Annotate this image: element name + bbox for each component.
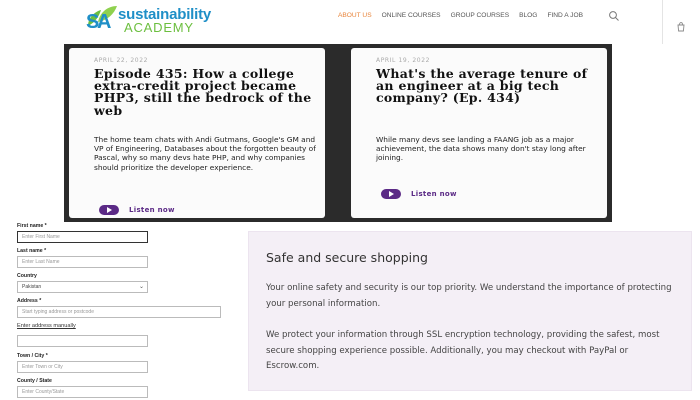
enter-address-manually-link[interactable]: Enter address manually — [17, 323, 76, 329]
chevron-down-icon: ⌄ — [138, 284, 144, 290]
secure-shopping-paragraph: We protect your information through SSL … — [266, 330, 660, 371]
site-logo[interactable]: S A sustainability ACADEMY — [84, 2, 224, 36]
search-icon[interactable] — [608, 10, 620, 22]
podcast-card[interactable]: APRIL 19, 2022 What's the average tenure… — [351, 48, 607, 218]
header-divider — [662, 0, 663, 44]
episode-date: APRIL 22, 2022 — [94, 57, 149, 64]
page: S A sustainability ACADEMY ABOUT US ONLI… — [0, 0, 700, 400]
country-select-value: Pakistan — [22, 284, 42, 290]
address-label: Address * — [17, 298, 42, 304]
podcast-card[interactable]: APRIL 22, 2022 Episode 435: How a colleg… — [69, 48, 325, 218]
play-icon — [99, 205, 119, 215]
main-nav: ABOUT US ONLINE COURSES GROUP COURSES BL… — [338, 12, 583, 19]
first-name-field[interactable]: Enter First Name — [17, 231, 148, 243]
last-name-field[interactable]: Enter Last Name — [17, 256, 148, 268]
nav-find-a-job[interactable]: FIND A JOB — [547, 12, 583, 19]
country-label: Country — [17, 273, 37, 279]
secure-shopping-box: Safe and secure shopping Your online saf… — [248, 231, 692, 391]
episode-title[interactable]: What's the average tenure of an engineer… — [376, 67, 596, 105]
listen-now-button[interactable]: Listen now — [381, 189, 457, 199]
last-name-label: Last name * — [17, 248, 47, 254]
nav-online-courses[interactable]: ONLINE COURSES — [382, 12, 441, 19]
nav-about-us[interactable]: ABOUT US — [338, 12, 372, 19]
nav-blog[interactable]: BLOG — [519, 12, 537, 19]
cart-icon[interactable] — [676, 22, 686, 32]
episode-description: The home team chats with Andi Gutmans, G… — [94, 135, 316, 172]
country-select[interactable]: Pakistan ⌄ — [17, 281, 148, 293]
listen-now-label: Listen now — [129, 206, 175, 214]
secure-shopping-paragraph: Your online safety and security is our t… — [266, 283, 672, 309]
episode-date: APRIL 19, 2022 — [376, 57, 431, 64]
county-field[interactable]: Enter County/State — [17, 386, 148, 398]
secure-shopping-title: Safe and secure shopping — [266, 250, 428, 265]
nav-group-courses[interactable]: GROUP COURSES — [451, 12, 510, 19]
town-field[interactable]: Enter Town or City — [17, 361, 148, 373]
listen-now-button[interactable]: Listen now — [99, 205, 175, 215]
play-icon — [381, 189, 401, 199]
podcast-panel: APRIL 22, 2022 Episode 435: How a colleg… — [64, 44, 612, 222]
county-label: County / State — [17, 378, 52, 384]
episode-description: While many devs see landing a FAANG job … — [376, 135, 586, 163]
svg-text:A: A — [97, 11, 111, 33]
logo-text-bottom: ACADEMY — [124, 20, 194, 35]
address-field[interactable]: Start typing address or postcode — [17, 306, 221, 318]
leaf-logo-icon: S A — [86, 6, 117, 33]
first-name-label: First name * — [17, 223, 47, 229]
episode-title[interactable]: Episode 435: How a college extra-credit … — [94, 67, 314, 117]
listen-now-label: Listen now — [411, 190, 457, 198]
town-label: Town / City * — [17, 353, 48, 359]
manual-address-field[interactable] — [17, 335, 148, 347]
site-header: S A sustainability ACADEMY ABOUT US ONLI… — [0, 0, 700, 44]
